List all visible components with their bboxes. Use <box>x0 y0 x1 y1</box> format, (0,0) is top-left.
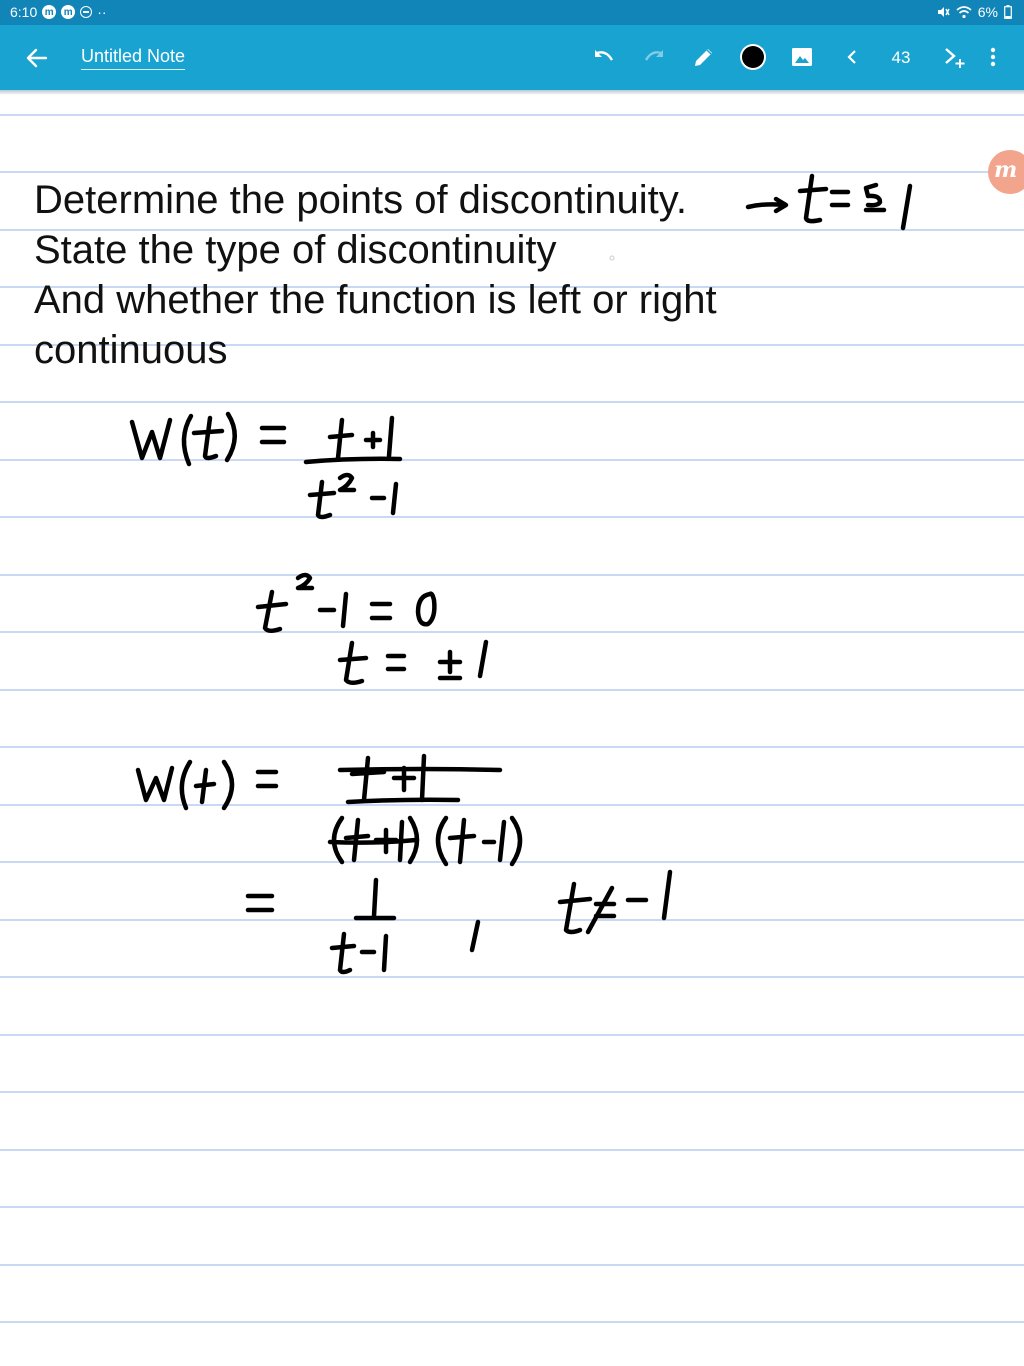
handwriting-ink <box>129 173 913 975</box>
floating-badge-letter: m <box>994 157 1018 183</box>
floating-app-badge[interactable]: m <box>988 150 1024 194</box>
